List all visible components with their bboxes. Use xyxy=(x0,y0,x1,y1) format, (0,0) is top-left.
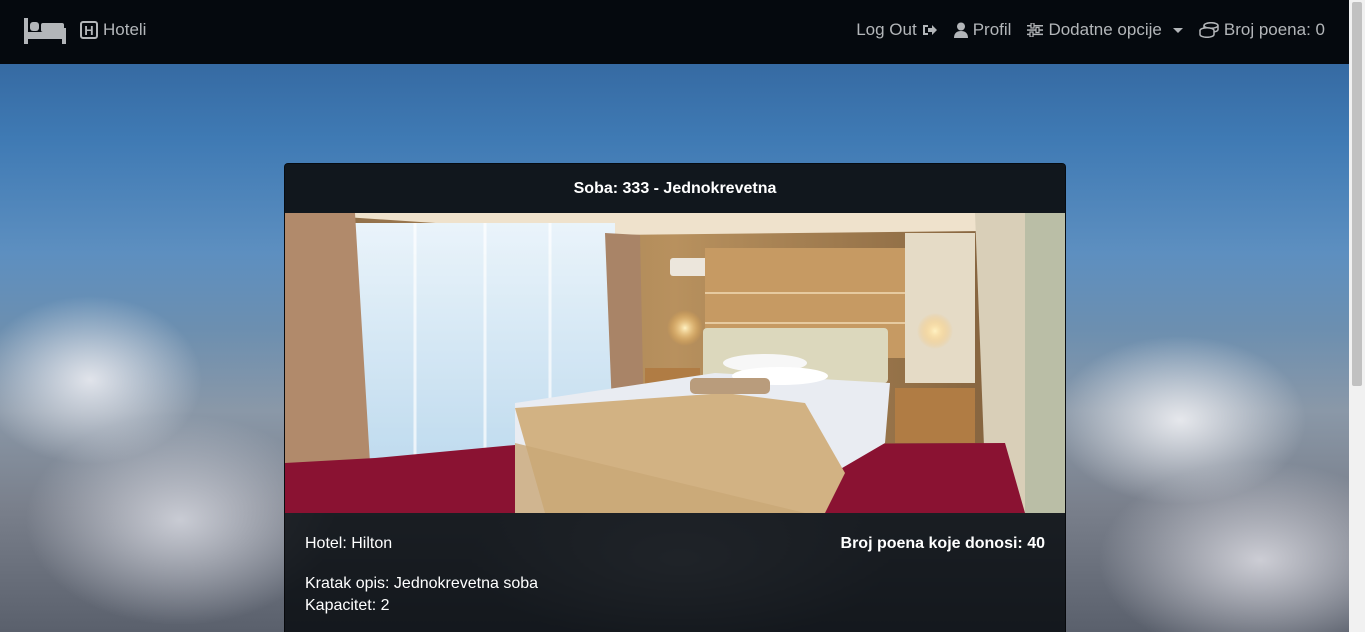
navbar: H Hoteli Log Out Profil Dodatne opcije B… xyxy=(0,0,1349,64)
sliders-icon xyxy=(1027,23,1044,37)
coins-icon xyxy=(1199,22,1219,38)
card-title: Soba: 333 - Jednokrevetna xyxy=(285,164,1065,213)
room-photo xyxy=(285,213,1065,513)
user-icon xyxy=(953,22,968,38)
scrollbar[interactable] xyxy=(1349,0,1365,632)
logout-label: Log Out xyxy=(856,20,917,39)
profile-link[interactable]: Profil xyxy=(953,20,1012,40)
nav-right: Log Out Profil Dodatne opcije Broj poena… xyxy=(856,20,1325,40)
points-awarded: Broj poena koje donosi: 40 xyxy=(840,535,1045,552)
card-body: Hotel: Hilton Broj poena koje donosi: 40… xyxy=(285,513,1065,615)
nav-hotels-label: Hoteli xyxy=(103,20,147,39)
room-capacity: Kapacitet: 2 xyxy=(305,597,390,614)
room-description: Kratak opis: Jednokrevetna soba xyxy=(305,575,539,592)
sign-out-icon xyxy=(922,25,937,35)
points-link[interactable]: Broj poena: 0 xyxy=(1199,20,1325,40)
hotel-h-icon: H xyxy=(80,21,98,39)
bed-icon[interactable] xyxy=(24,18,66,44)
points-label: Broj poena: 0 xyxy=(1223,20,1325,39)
options-label: Dodatne opcije xyxy=(1048,20,1162,39)
hotel-points-row: Hotel: Hilton Broj poena koje donosi: 40 xyxy=(305,535,1045,553)
logout-link[interactable]: Log Out xyxy=(856,20,938,40)
hotel-name: Hotel: Hilton xyxy=(305,535,393,552)
profile-label: Profil xyxy=(972,20,1012,39)
room-card: Soba: 333 - Jednokrevetna Hotel: Hilton … xyxy=(284,163,1066,632)
chevron-down-icon xyxy=(1172,27,1183,33)
options-dropdown[interactable]: Dodatne opcije xyxy=(1027,20,1183,40)
scrollbar-thumb[interactable] xyxy=(1352,2,1362,386)
nav-hotels-link[interactable]: H Hoteli xyxy=(80,20,146,40)
